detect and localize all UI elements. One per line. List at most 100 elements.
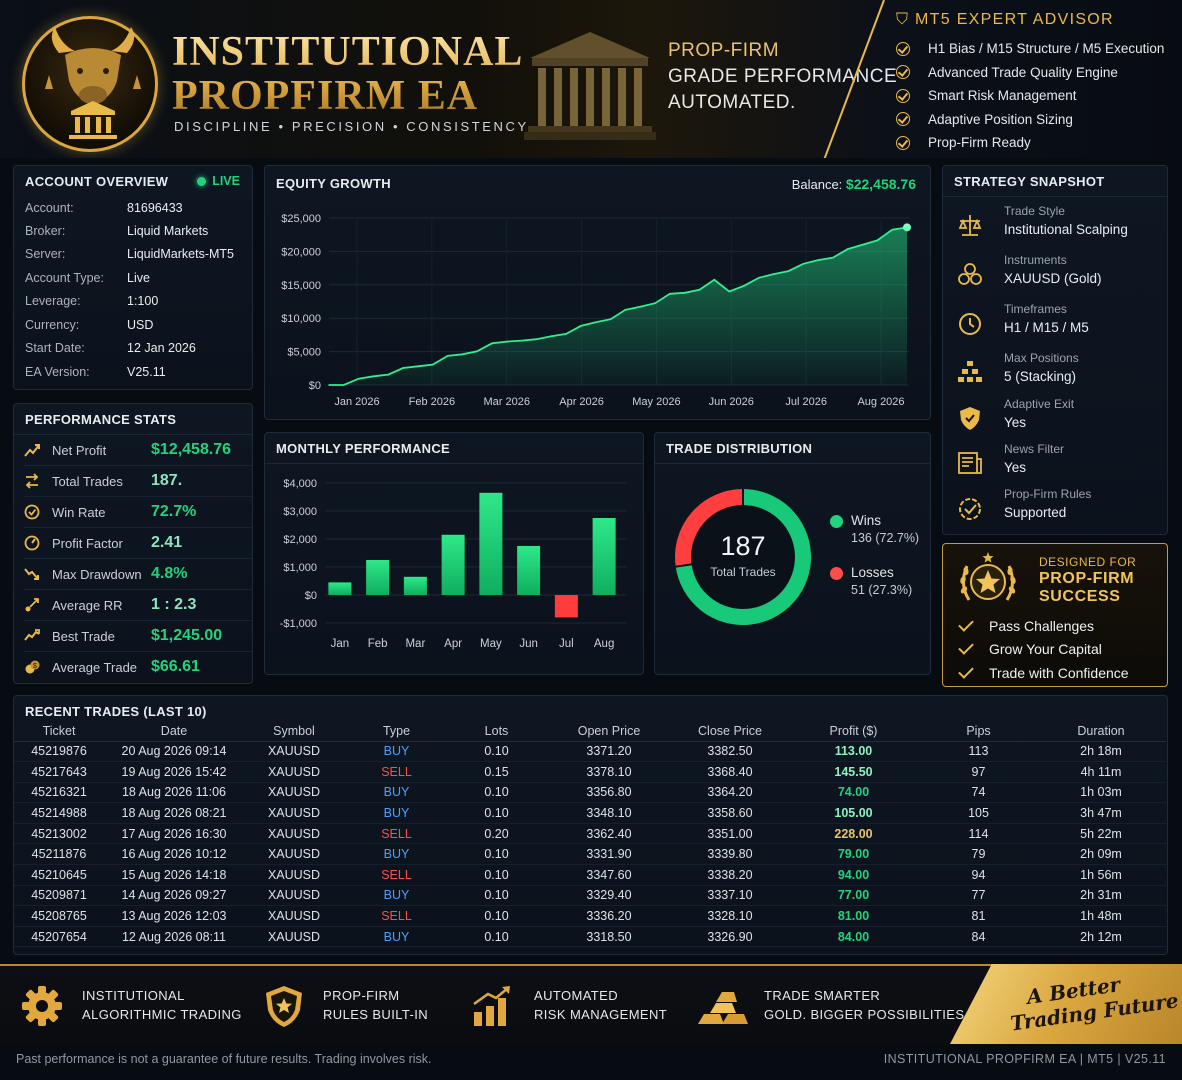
scale-icon	[958, 215, 982, 236]
table-row[interactable]: 45217643 19 Aug 2026 15:42 XAUUSD SELL 0.15 3…	[14, 761, 1166, 783]
table-row[interactable]: 45216321 18 Aug 2026 11:06 XAUUSD BUY 0.10 33…	[14, 782, 1166, 804]
column-header[interactable]: Symbol	[244, 722, 344, 742]
rules-icon	[959, 498, 981, 520]
column-header[interactable]: Profit ($)	[786, 722, 921, 742]
lock-icon: ⛉	[896, 11, 916, 28]
table-row[interactable]: 45210645 15 Aug 2026 14:18 XAUUSD SELL 0.10 3…	[14, 864, 1166, 886]
clock-icon	[959, 313, 981, 335]
account-row: Broker: Liquid Markets	[25, 224, 251, 238]
table-cell: XAUUSD	[244, 741, 344, 763]
table-cell: 3337.10	[674, 885, 786, 907]
table-cell: XAUUSD	[244, 761, 344, 783]
table-cell: 18 Aug 2026 08:21	[104, 802, 244, 824]
table-row[interactable]: 45219876 20 Aug 2026 09:14 XAUUSD BUY 0.10 33…	[14, 741, 1166, 763]
column-header[interactable]: Pips	[921, 722, 1036, 742]
designed-for-item: Grow Your Capital	[958, 638, 1129, 662]
table-cell: 0.10	[449, 905, 544, 927]
equity-point	[861, 243, 864, 246]
strategy-item: Instruments XAUUSD (Gold)	[955, 251, 1165, 297]
table-cell: 81	[921, 905, 1036, 927]
account-row: EA Version: V25.11	[25, 365, 251, 379]
column-header[interactable]: Date	[104, 722, 244, 742]
live-status-label: LIVE	[212, 174, 240, 188]
equity-point	[772, 273, 775, 275]
table-cell: 20 Aug 2026 09:14	[104, 741, 244, 763]
column-header[interactable]: Duration	[1036, 722, 1166, 742]
equity-point	[520, 339, 523, 342]
strategy-item: News Filter Yes	[955, 440, 1165, 486]
column-header[interactable]: Ticket	[14, 722, 104, 742]
table-cell: BUY	[344, 926, 449, 948]
chart-up-icon	[24, 444, 40, 457]
x-tick-label: Feb	[368, 638, 388, 650]
table-cell: 0.10	[449, 843, 544, 866]
equity-point	[550, 335, 553, 338]
y-tick-label: $3,000	[283, 506, 317, 518]
table-cell: 1h 03m	[1036, 782, 1166, 804]
equity-point	[743, 285, 745, 287]
table-cell: 3328.10	[674, 905, 786, 927]
table-cell: XAUUSD	[244, 782, 344, 804]
table-cell: 74.00	[786, 782, 921, 804]
x-tick-label: May	[480, 638, 502, 650]
advisor-feature: Adaptive Position Sizing	[896, 108, 1164, 132]
column-header[interactable]: Open Price	[544, 722, 674, 742]
performance-stat-value: $12,458.76	[151, 441, 232, 458]
table-cell: 0.10	[449, 741, 544, 763]
y-tick-label: $15,000	[281, 280, 321, 292]
trades-icon	[25, 473, 39, 489]
performance-stat-row: Max Drawdown 4.8%	[24, 559, 252, 589]
table-row[interactable]: 45209871 14 Aug 2026 09:27 XAUUSD BUY 0.10 33…	[14, 885, 1166, 907]
account-row-key: Start Date:	[25, 341, 85, 355]
footer-feature-text: AUTOMATED RISK MANAGEMENT	[534, 986, 667, 1024]
designed-for-item: Pass Challenges	[958, 614, 1129, 638]
table-cell: 13 Aug 2026 12:03	[104, 905, 244, 927]
equity-point	[535, 338, 538, 341]
column-header[interactable]: Lots	[449, 722, 544, 742]
y-tick-label: $0	[305, 590, 317, 602]
table-cell: XAUUSD	[244, 905, 344, 927]
column-header[interactable]: Type	[344, 722, 449, 742]
table-cell: 45209871	[14, 885, 104, 907]
table-row[interactable]: 45211876 16 Aug 2026 10:12 XAUUSD BUY 0.10 33…	[14, 843, 1166, 866]
gear-icon	[22, 986, 62, 1026]
table-cell: 0.10	[449, 885, 544, 907]
performance-stat-label: Average RR	[52, 597, 123, 613]
table-cell: 3378.10	[544, 761, 674, 783]
panel-title: RECENT TRADES (LAST 10)	[25, 704, 207, 719]
account-row: Currency: USD	[25, 318, 251, 332]
account-row-key: EA Version:	[25, 365, 90, 379]
table-row[interactable]: 45208765 13 Aug 2026 12:03 XAUUSD SELL 0.10 3…	[14, 905, 1166, 927]
account-row-key: Server:	[25, 247, 66, 261]
panel-title: PERFORMANCE STATS	[25, 412, 177, 427]
temple-illustration	[524, 32, 656, 140]
x-tick-label: Feb 2026	[409, 396, 455, 408]
monthly-bar	[517, 546, 541, 595]
equity-point	[431, 363, 434, 366]
advisor-feature-label: Adaptive Position Sizing	[928, 111, 1073, 127]
wins-legend-label: Wins	[851, 513, 881, 528]
monthly-bar	[328, 582, 352, 595]
table-cell: 3368.40	[674, 761, 786, 783]
table-cell: 114	[921, 823, 1036, 845]
column-header[interactable]: Close Price	[674, 722, 786, 742]
equity-point	[624, 309, 627, 311]
losses-legend-label: Losses	[851, 565, 894, 580]
y-tick-label: $20,000	[281, 246, 321, 258]
equity-point	[669, 293, 671, 295]
strategy-item: Prop-Firm Rules Supported	[955, 485, 1165, 531]
x-tick-label: Apr	[444, 638, 462, 650]
stack-icon	[958, 361, 982, 382]
table-row[interactable]: 45213002 17 Aug 2026 16:30 XAUUSD SELL 0.20 3…	[14, 823, 1166, 845]
y-tick-label: $4,000	[283, 478, 317, 490]
check-circle-icon	[896, 88, 910, 103]
table-cell: 81.00	[786, 905, 921, 927]
table-cell: BUY	[344, 885, 449, 907]
wins-legend-value: 136 (72.7%)	[851, 531, 920, 545]
table-row[interactable]: 45207654 12 Aug 2026 08:11 XAUUSD BUY 0.10 33…	[14, 926, 1166, 948]
performance-stat-label: Max Drawdown	[52, 566, 142, 582]
table-row[interactable]: 45214988 18 Aug 2026 08:21 XAUUSD BUY 0.10 33…	[14, 802, 1166, 824]
table-cell: 3364.20	[674, 782, 786, 804]
designed-for-small: DESIGNED FOR	[1039, 555, 1137, 569]
slogan-text: A Better Trading Future	[1005, 964, 1180, 1035]
